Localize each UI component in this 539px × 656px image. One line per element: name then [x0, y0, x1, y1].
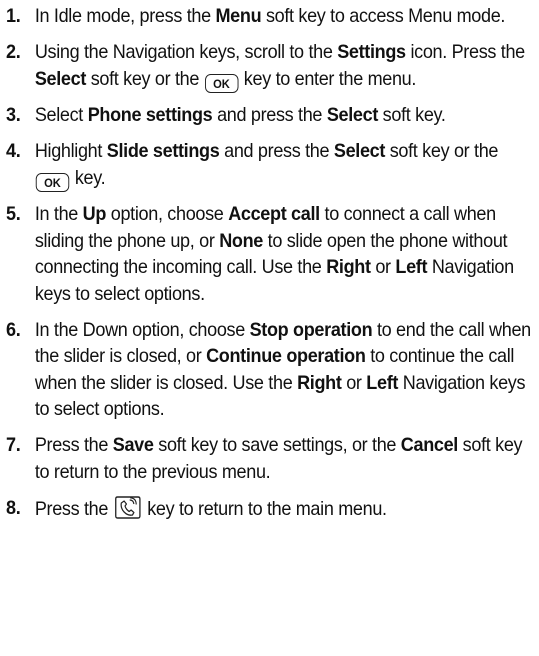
- step-text-segment: Highlight: [34, 140, 107, 162]
- step-text-segment: and press the: [212, 104, 327, 126]
- step-item: 8. Press the key to return to the main me…: [6, 495, 536, 523]
- step-text-segment: or: [370, 256, 396, 278]
- step-text: In the Up option, choose Accept call to …: [35, 201, 536, 307]
- steps-list: 1. In Idle mode, press the Menu soft key …: [6, 3, 536, 532]
- step-text-segment: Press the: [34, 497, 113, 520]
- step-text-segment: soft key to save settings, or the: [153, 434, 401, 456]
- step-text-segment: option, choose: [106, 203, 229, 225]
- step-number: 5.: [6, 203, 21, 225]
- ok-key-icon: OK: [204, 73, 239, 93]
- step-text-segment: soft key or the: [385, 140, 499, 162]
- step-text-segment: In Idle mode, press the: [34, 5, 216, 27]
- step-item: 5. In the Up option, choose Accept call t…: [6, 201, 536, 307]
- step-item: 3. Select Phone settings and press the Se…: [6, 102, 536, 129]
- bold-term: Right: [326, 256, 371, 278]
- bold-term: Save: [112, 434, 154, 456]
- step-text: Using the Navigation keys, scroll to the…: [35, 39, 536, 93]
- step-text-segment: soft key.: [378, 104, 446, 126]
- step-text: In the Down option, choose Stop operatio…: [35, 317, 536, 423]
- step-number: 4.: [6, 140, 21, 162]
- bold-term: Select: [326, 104, 379, 126]
- step-text: Press the key to return to the main menu…: [35, 495, 536, 523]
- step-text-segment: key to enter the menu.: [239, 67, 417, 90]
- step-text: Highlight Slide settings and press the S…: [35, 138, 536, 192]
- bold-term: Select: [333, 140, 386, 162]
- step-text-segment: In the Down option, choose: [34, 318, 250, 341]
- step-text-segment: or: [341, 371, 367, 394]
- step-text-segment: key.: [70, 166, 106, 189]
- bold-term: Left: [366, 371, 399, 394]
- step-text: Press the Save soft key to save settings…: [35, 432, 536, 485]
- step-number: 8.: [6, 496, 21, 519]
- step-text-segment: Using the Navigation keys, scroll to the: [34, 41, 338, 63]
- bold-term: Accept call: [228, 203, 320, 225]
- bold-term: Select: [34, 67, 87, 90]
- step-item: 6. In the Down option, choose Stop operat…: [6, 317, 536, 423]
- step-number: 3.: [6, 104, 21, 126]
- bold-term: Continue operation: [206, 345, 366, 367]
- bold-term: Left: [395, 256, 428, 278]
- bold-term: Cancel: [400, 434, 459, 456]
- bold-term: Stop operation: [249, 318, 373, 341]
- bold-term: Slide settings: [106, 140, 220, 162]
- ok-key-icon: OK: [35, 172, 70, 192]
- step-text-segment: and press the: [219, 140, 334, 162]
- step-item: 2. Using the Navigation keys, scroll to t…: [6, 39, 536, 93]
- step-number: 1.: [6, 5, 21, 27]
- step-text-segment: In the: [34, 203, 83, 225]
- step-text-segment: key to return to the main menu.: [142, 497, 387, 520]
- step-text: Select Phone settings and press the Sele…: [35, 102, 536, 129]
- bold-term: Menu: [215, 5, 262, 27]
- end-key-icon: [114, 495, 141, 519]
- step-text: In Idle mode, press the Menu soft key to…: [35, 3, 536, 30]
- step-text-segment: Select: [34, 104, 88, 126]
- step-text-segment: Press the: [34, 434, 113, 456]
- instruction-page: 1. In Idle mode, press the Menu soft key …: [0, 0, 539, 656]
- step-number: 7.: [6, 434, 21, 456]
- step-item: 1. In Idle mode, press the Menu soft key …: [6, 3, 536, 30]
- step-text-segment: soft key or the: [86, 67, 204, 90]
- bold-term: Right: [297, 371, 342, 394]
- bold-term: None: [219, 229, 263, 252]
- step-number: 2.: [6, 41, 21, 63]
- bold-term: Up: [82, 203, 107, 225]
- step-text-segment: soft key to access Menu mode.: [261, 5, 506, 27]
- bold-term: Phone settings: [87, 104, 213, 126]
- step-text-segment: icon. Press the: [405, 41, 525, 63]
- step-item: 7. Press the Save soft key to save settin…: [6, 432, 536, 485]
- bold-term: Settings: [337, 41, 406, 63]
- step-item: 4. Highlight Slide settings and press the…: [6, 138, 536, 192]
- step-number: 6.: [6, 318, 21, 341]
